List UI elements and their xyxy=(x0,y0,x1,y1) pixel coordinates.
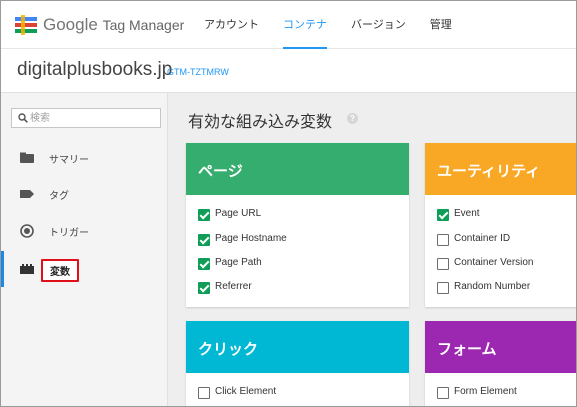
checkbox[interactable] xyxy=(437,209,449,221)
checkbox-label: Referrer xyxy=(215,281,252,292)
checkbox-label: Page Hostname xyxy=(215,233,287,244)
sidebar-item-summary[interactable]: サマリー xyxy=(1,140,167,176)
card-title: フォーム xyxy=(425,321,576,373)
sidebar-item-label: 変数 xyxy=(41,259,79,282)
checkbox-label: Random Number xyxy=(454,281,531,292)
sidebar-item-tags[interactable]: タグ xyxy=(1,176,167,212)
container-name[interactable]: digitalplusbooks.jp xyxy=(17,59,172,81)
sidebar-search xyxy=(11,108,161,128)
checkbox-label: Container Version xyxy=(454,257,534,268)
checkbox-label: Page Path xyxy=(215,257,262,268)
page-title: 有効な組み込み変数 xyxy=(188,114,333,131)
checkbox[interactable] xyxy=(198,234,210,246)
sidebar: サマリー タグ トリガー 変数 xyxy=(1,93,168,406)
card-title: ユーティリティ xyxy=(425,143,576,195)
top-bar: Google Tag Manager アカウント コンテナ バージョン 管理 xyxy=(1,1,576,49)
checkbox[interactable] xyxy=(198,209,210,221)
card-forms: フォーム Form Element xyxy=(425,321,576,406)
sidebar-item-label: サマリー xyxy=(49,155,89,166)
gtm-logo-icon xyxy=(15,15,37,35)
checkbox[interactable] xyxy=(437,387,449,399)
tag-icon xyxy=(20,190,34,198)
card-utilities: ユーティリティ Event Container ID Container Ver… xyxy=(425,143,576,307)
help-icon[interactable]: ? xyxy=(347,113,358,124)
checkbox-label: Container ID xyxy=(454,233,511,244)
folder-icon xyxy=(20,152,34,163)
tab-container[interactable]: コンテナ xyxy=(283,1,327,49)
main-content: 有効な組み込み変数 ? ページ Page URL Page Hostname P… xyxy=(168,93,576,406)
tab-account[interactable]: アカウント xyxy=(204,1,259,49)
checkbox-label: Event xyxy=(454,208,480,219)
card-title: ページ xyxy=(186,143,409,195)
sidebar-item-variables[interactable]: 変数 xyxy=(1,251,167,287)
checkbox-label: Click Element xyxy=(215,386,277,397)
tab-admin[interactable]: 管理 xyxy=(430,1,452,49)
container-header: digitalplusbooks.jp GTM-TZTMRW xyxy=(1,49,576,93)
search-input[interactable] xyxy=(30,111,155,125)
sidebar-item-label: トリガー xyxy=(49,228,89,239)
checkbox-label: Page URL xyxy=(215,208,262,219)
checkbox[interactable] xyxy=(198,282,210,294)
variables-icon xyxy=(20,264,34,274)
checkbox[interactable] xyxy=(437,234,449,246)
card-clicks: クリック Click Element xyxy=(186,321,409,406)
checkbox[interactable] xyxy=(198,387,210,399)
card-pages: ページ Page URL Page Hostname Page Path Ref… xyxy=(186,143,409,307)
checkbox[interactable] xyxy=(437,258,449,270)
container-id[interactable]: GTM-TZTMRW xyxy=(167,67,229,77)
app-window: Google Tag Manager アカウント コンテナ バージョン 管理 d… xyxy=(0,0,577,407)
logo-brand: Google xyxy=(43,15,98,34)
top-nav: アカウント コンテナ バージョン 管理 xyxy=(204,1,476,49)
app-logo[interactable]: Google Tag Manager xyxy=(43,15,184,35)
tab-versions[interactable]: バージョン xyxy=(351,1,406,49)
checkbox-label: Form Element xyxy=(454,386,517,397)
card-title: クリック xyxy=(186,321,409,373)
checkbox[interactable] xyxy=(437,282,449,294)
search-icon xyxy=(18,113,28,123)
trigger-icon xyxy=(20,224,34,238)
sidebar-item-label: タグ xyxy=(49,191,69,202)
logo-product: Tag Manager xyxy=(102,17,185,33)
sidebar-item-triggers[interactable]: トリガー xyxy=(1,213,167,249)
checkbox[interactable] xyxy=(198,258,210,270)
